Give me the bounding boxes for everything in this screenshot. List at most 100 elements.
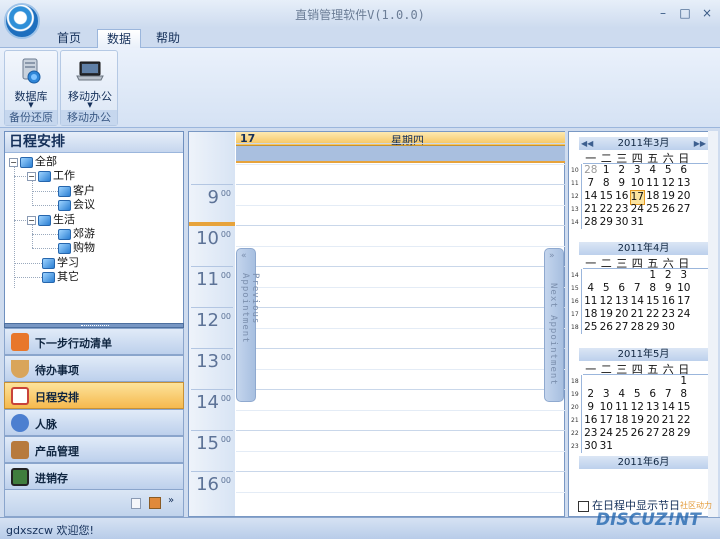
calendar-day[interactable]: 28 <box>630 321 646 334</box>
calendar-day[interactable]: 12 <box>599 295 615 308</box>
calendar-day[interactable]: 2 <box>614 164 630 177</box>
maximize-button[interactable]: □ <box>676 5 694 21</box>
previous-appointment-tab[interactable]: « Previous Appointment <box>236 248 260 402</box>
calendar-day[interactable]: 27 <box>676 203 692 216</box>
calendar-day[interactable]: 24 <box>630 203 646 216</box>
calendar-day[interactable]: 2 <box>661 269 677 282</box>
time-slot[interactable] <box>236 225 565 226</box>
all-day-area[interactable] <box>236 146 565 163</box>
nav-products[interactable]: 产品管理 <box>4 436 184 463</box>
time-slot[interactable] <box>236 389 565 390</box>
calendar-day[interactable]: 8 <box>645 282 661 295</box>
calendar-day[interactable]: 3 <box>630 164 646 177</box>
calendar-day[interactable]: 14 <box>661 401 677 414</box>
calendar-day[interactable]: 16 <box>661 295 677 308</box>
calendar-day[interactable]: 15 <box>645 295 661 308</box>
calendar-day[interactable]: 23 <box>583 427 599 440</box>
calendar-day[interactable]: 3 <box>599 388 615 401</box>
mini-calendar-scrollbar[interactable] <box>708 131 718 517</box>
time-slot[interactable] <box>236 409 565 411</box>
time-slot[interactable] <box>236 491 565 493</box>
calendar-day[interactable]: 4 <box>614 388 630 401</box>
calendar-day[interactable]: 18 <box>583 308 599 321</box>
time-slot[interactable] <box>236 204 565 206</box>
calendar-day[interactable]: 7 <box>583 177 599 190</box>
calendar-day[interactable]: 9 <box>614 177 630 190</box>
calendar-day[interactable]: 31 <box>599 440 615 453</box>
next-month-icon[interactable]: ▶▶ <box>694 137 706 150</box>
nav-contacts[interactable]: 人脉 <box>4 409 184 436</box>
calendar-day[interactable]: 12 <box>661 177 677 190</box>
calendar-day[interactable]: 28 <box>661 427 677 440</box>
calendar-day[interactable]: 10 <box>630 177 646 190</box>
tree-item-work[interactable]: − 工作 <box>27 169 75 183</box>
calendar-day[interactable]: 10 <box>676 282 692 295</box>
calendar-day[interactable]: 19 <box>599 308 615 321</box>
tree-item-customer[interactable]: 客户 <box>58 184 95 198</box>
time-slot[interactable] <box>236 143 565 144</box>
calendar-day[interactable]: 19 <box>630 414 646 427</box>
calendar-day[interactable]: 29 <box>599 216 615 229</box>
calendar-day[interactable]: 21 <box>583 203 599 216</box>
time-slot[interactable] <box>236 430 565 431</box>
calendar-day[interactable]: 22 <box>599 203 615 216</box>
calendar-day[interactable]: 12 <box>630 401 646 414</box>
calendar-day[interactable]: 6 <box>645 388 661 401</box>
calendar-day[interactable]: 26 <box>630 427 646 440</box>
calendar-day[interactable]: 26 <box>661 203 677 216</box>
calendar-day[interactable]: 30 <box>614 216 630 229</box>
calendar-day[interactable]: 15 <box>676 401 692 414</box>
tab-help[interactable]: 帮助 <box>147 29 189 48</box>
next-appointment-tab[interactable]: » Next Appointment <box>544 248 564 402</box>
calendar-day[interactable]: 6 <box>614 282 630 295</box>
calendar-day[interactable]: 1 <box>676 375 692 388</box>
app-logo-icon[interactable] <box>4 3 40 39</box>
calendar-day[interactable]: 16 <box>583 414 599 427</box>
calendar-day[interactable]: 1 <box>599 164 615 177</box>
calendar-day[interactable]: 4 <box>645 164 661 177</box>
calendar-day[interactable]: 6 <box>676 164 692 177</box>
calendar-day[interactable]: 30 <box>583 440 599 453</box>
calendar-day[interactable]: 29 <box>645 321 661 334</box>
calendar-day[interactable]: 8 <box>599 177 615 190</box>
calendar-day[interactable]: 8 <box>676 388 692 401</box>
previous-month-icon[interactable]: ◀◀ <box>581 137 593 150</box>
calendar-day[interactable]: 27 <box>614 321 630 334</box>
calendar-day[interactable]: 11 <box>614 401 630 414</box>
time-slot[interactable] <box>236 450 565 452</box>
time-slot[interactable] <box>236 184 565 185</box>
calendar-day[interactable]: 2 <box>583 388 599 401</box>
calendar-day[interactable]: 23 <box>614 203 630 216</box>
calendar-day[interactable]: 7 <box>661 388 677 401</box>
time-slot[interactable] <box>236 266 565 267</box>
time-slot[interactable] <box>236 245 565 247</box>
mobile-office-button[interactable]: 移动办公 ▼ <box>64 54 116 109</box>
calendar-day[interactable]: 30 <box>661 321 677 334</box>
close-button[interactable]: × <box>698 5 716 21</box>
calendar-day[interactable]: 21 <box>661 414 677 427</box>
calendar-day[interactable]: 27 <box>645 427 661 440</box>
tree-item-outing[interactable]: 郊游 <box>58 227 95 241</box>
tree-item-all[interactable]: − 全部 <box>9 155 57 169</box>
calendar-day[interactable]: 26 <box>599 321 615 334</box>
calendar-day[interactable]: 29 <box>676 427 692 440</box>
time-slot[interactable] <box>236 163 565 165</box>
calendar-day[interactable]: 1 <box>645 269 661 282</box>
calendar-day[interactable]: 20 <box>614 308 630 321</box>
calendar-day[interactable]: 5 <box>661 164 677 177</box>
time-slot[interactable] <box>236 327 565 329</box>
calendar-day[interactable]: 13 <box>645 401 661 414</box>
nav-schedule[interactable]: 日程安排 <box>4 382 184 409</box>
nav-inventory[interactable]: 进销存 <box>4 463 184 490</box>
calendar-day[interactable]: 14 <box>630 295 646 308</box>
calendar-day[interactable]: 25 <box>645 203 661 216</box>
time-slot[interactable] <box>236 307 565 308</box>
calendar-day[interactable]: 22 <box>676 414 692 427</box>
calendar-day[interactable]: 7 <box>630 282 646 295</box>
calendar-day[interactable]: 22 <box>645 308 661 321</box>
tree-item-other[interactable]: 其它 <box>42 270 79 284</box>
time-slot[interactable] <box>236 471 565 472</box>
collapse-icon[interactable]: − <box>27 215 36 225</box>
show-holidays-checkbox[interactable] <box>578 500 589 512</box>
tree-item-meeting[interactable]: 会议 <box>58 198 95 212</box>
